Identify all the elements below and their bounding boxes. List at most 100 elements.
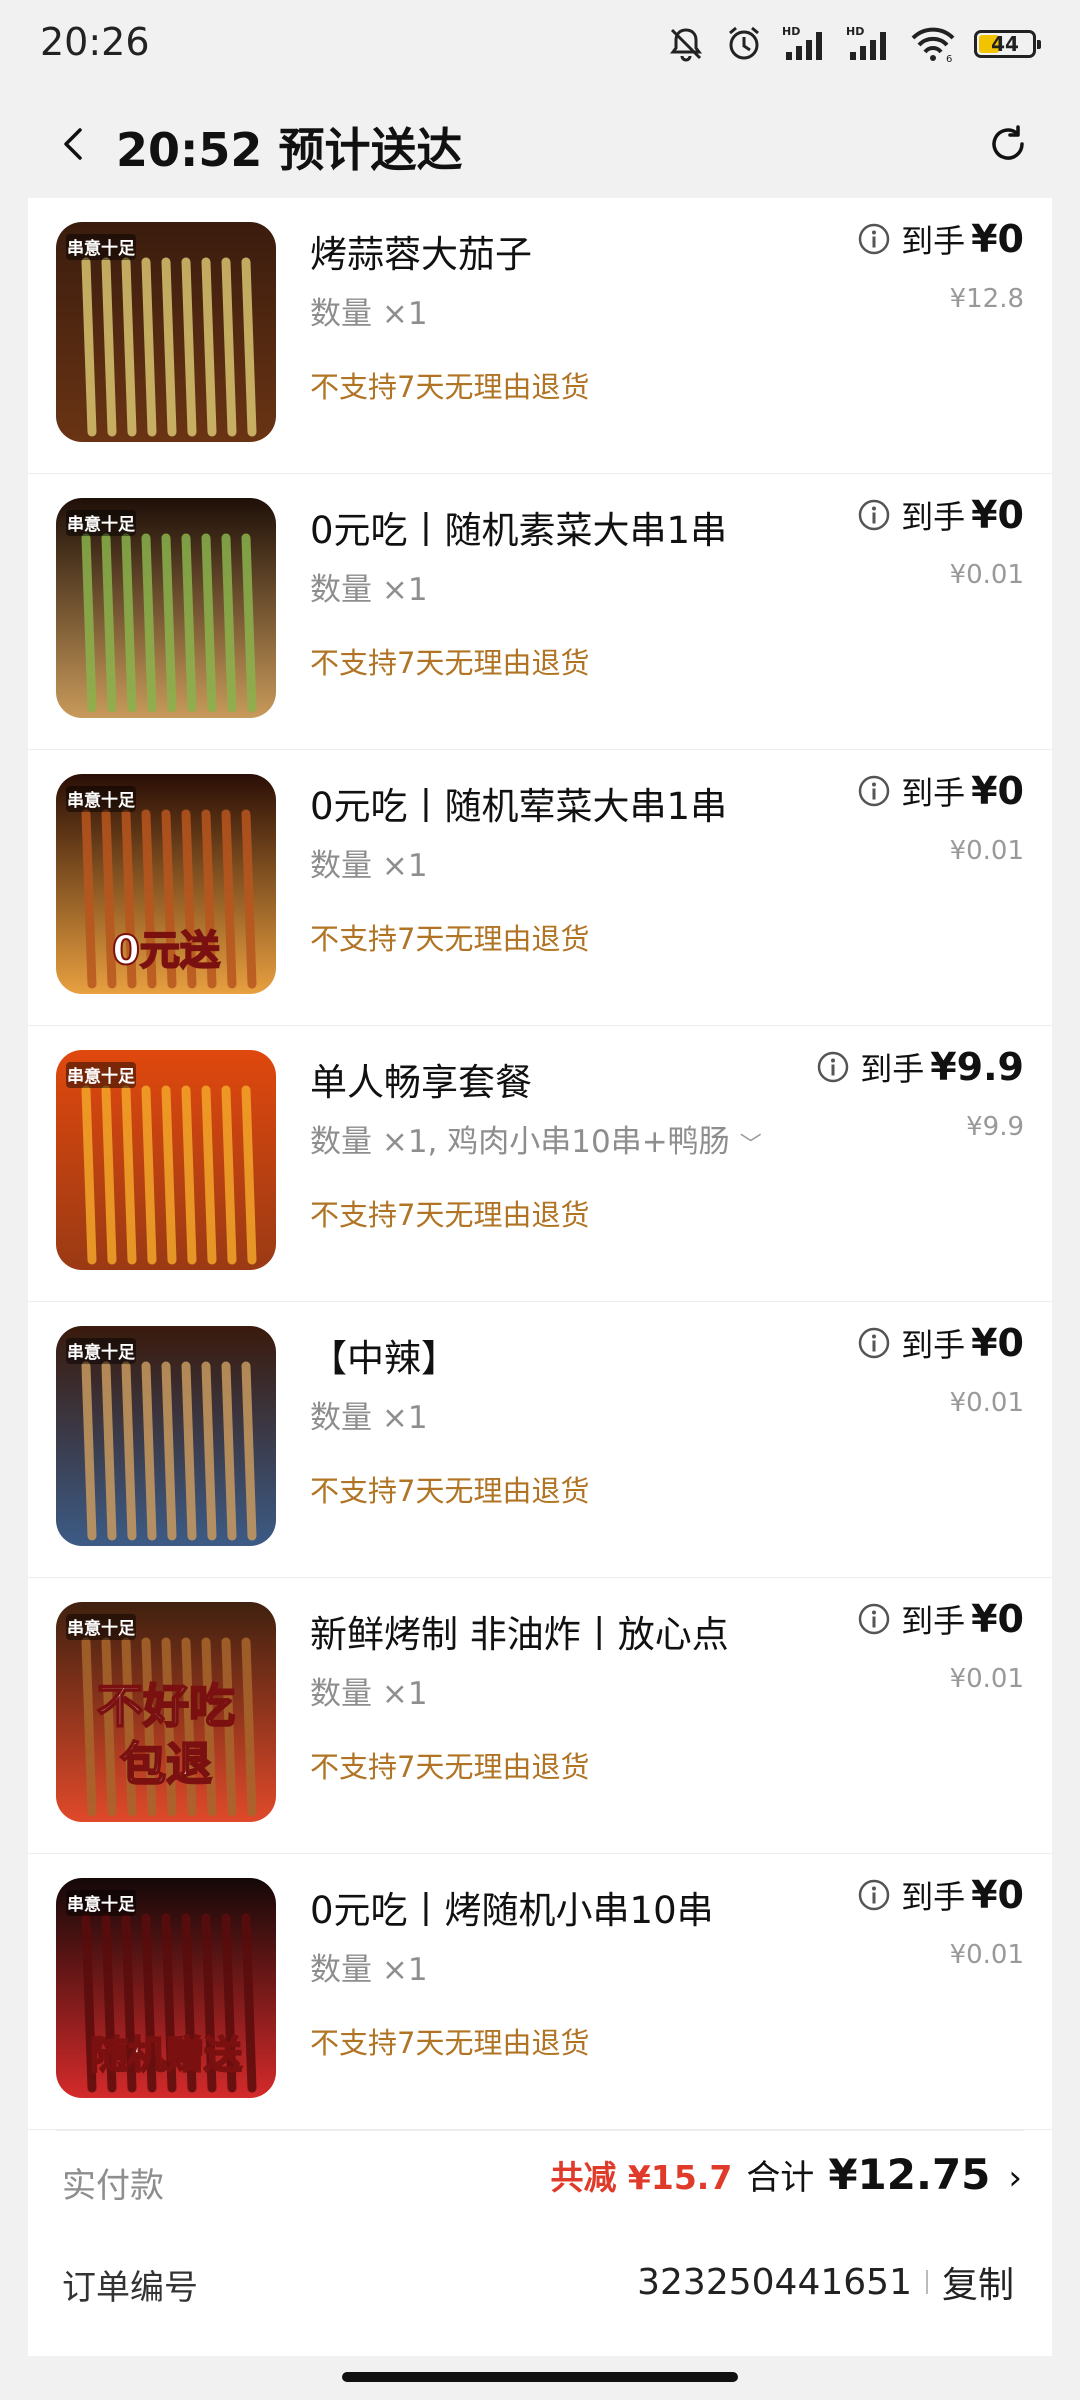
svg-text:串意十足: 串意十足 <box>67 1342 135 1363</box>
product-image[interactable]: 串意十足 <box>56 1050 276 1270</box>
svg-text:HD: HD <box>782 25 800 38</box>
item-name: 0元吃丨随机素菜大串1串 <box>310 509 728 552</box>
info-icon[interactable] <box>816 1050 850 1084</box>
info-icon[interactable] <box>857 774 891 808</box>
final-price-value: ¥9.9 <box>930 1045 1024 1089</box>
item-name: 烤蒜蓉大茄子 <box>310 233 532 276</box>
final-price-value: ¥0 <box>971 1873 1024 1917</box>
item-quantity-text: 数量 ×1 <box>310 572 428 608</box>
battery-level: 44 <box>991 32 1019 56</box>
svg-text:不好吃: 不好吃 <box>97 1679 235 1733</box>
final-price-label: 到手 <box>901 498 966 536</box>
chevron-right-icon: › <box>1008 2158 1022 2198</box>
summary-divider <box>56 2130 1024 2131</box>
item-original-price: ¥0.01 <box>949 1664 1024 1694</box>
return-policy: 不支持7天无理由退货 <box>310 922 590 956</box>
item-original-price: ¥0.01 <box>949 1940 1024 1970</box>
order-item[interactable]: 串意十足 不好吃 包退 新鲜烤制 非油炸丨放心点 数量 ×1 不支持7天无理由退货… <box>28 1578 1052 1854</box>
final-price-label: 到手 <box>901 1326 966 1364</box>
svg-text:串意十足: 串意十足 <box>67 1066 135 1087</box>
info-icon[interactable] <box>857 222 891 256</box>
item-final-price: 到手 ¥0 <box>857 1596 1024 1642</box>
pay-label: 实付款 <box>62 2166 164 2206</box>
info-icon[interactable] <box>857 1878 891 1912</box>
product-image[interactable]: 串意十足 不好吃 包退 <box>56 1602 276 1822</box>
alarm-icon <box>724 24 764 64</box>
item-name: 0元吃丨烤随机小串10串 <box>310 1889 714 1932</box>
order-item[interactable]: 串意十足 随机赠送 0元吃丨烤随机小串10串 数量 ×1 不支持7天无理由退货 … <box>28 1854 1052 2130</box>
product-image[interactable]: 串意十足 <box>56 1326 276 1546</box>
product-image[interactable]: 串意十足 <box>56 222 276 442</box>
page-header: 20:52 预计送达 <box>0 90 1080 198</box>
return-policy: 不支持7天无理由退货 <box>310 1474 590 1508</box>
refresh-button[interactable] <box>976 112 1040 176</box>
order-item[interactable]: 串意十足 单人畅享套餐 数量 ×1, 鸡肉小串10串+鸭肠 ﹀ 不支持7天无理由退… <box>28 1026 1052 1302</box>
order-number-label: 订单编号 <box>62 2268 198 2308</box>
order-item[interactable]: 串意十足 烤蒜蓉大茄子 数量 ×1 不支持7天无理由退货 到手 ¥0 ¥12.8 <box>28 198 1052 474</box>
item-final-price: 到手 ¥0 <box>857 768 1024 814</box>
refresh-icon <box>992 125 1024 160</box>
svg-text:串意十足: 串意十足 <box>67 1894 135 1915</box>
item-quantity-text: 数量 ×1 <box>310 1400 428 1436</box>
copy-button[interactable]: 复制 <box>942 2256 1014 2308</box>
return-policy: 不支持7天无理由退货 <box>310 646 590 680</box>
item-final-price: 到手 ¥0 <box>857 492 1024 538</box>
order-item[interactable]: 串意十足 【中辣】 数量 ×1 不支持7天无理由退货 到手 ¥0 ¥0.01 <box>28 1302 1052 1578</box>
product-image[interactable]: 串意十足 <box>56 498 276 718</box>
wifi-icon: 6 <box>910 24 956 64</box>
svg-text:0元送: 0元送 <box>112 928 220 974</box>
info-icon[interactable] <box>857 1326 891 1360</box>
total-label: 合计 <box>746 2158 815 2198</box>
chevron-down-icon: ﹀ <box>739 1133 762 1158</box>
item-quantity-text: 数量 ×1 <box>310 1952 428 1988</box>
item-quantity[interactable]: 数量 ×1, 鸡肉小串10串+鸭肠 ﹀ <box>310 1116 762 1161</box>
final-price-value: ¥0 <box>971 217 1024 261</box>
item-name: 0元吃丨随机荤菜大串1串 <box>310 785 728 828</box>
svg-text:HD: HD <box>846 25 864 38</box>
return-policy: 不支持7天无理由退货 <box>310 2026 590 2060</box>
chevron-left-icon <box>64 128 82 160</box>
return-policy: 不支持7天无理由退货 <box>310 1198 590 1232</box>
svg-text:6: 6 <box>946 54 952 64</box>
product-image[interactable]: 串意十足 0元送 <box>56 774 276 994</box>
back-button[interactable] <box>42 112 106 176</box>
item-quantity-text: 数量 ×1, 鸡肉小串10串+鸭肠 <box>310 1124 730 1160</box>
item-quantity: 数量 ×1 <box>310 1668 428 1713</box>
item-final-price: 到手 ¥0 <box>857 1872 1024 1918</box>
order-item[interactable]: 串意十足 0元送 0元吃丨随机荤菜大串1串 数量 ×1 不支持7天无理由退货 到… <box>28 750 1052 1026</box>
item-quantity: 数量 ×1 <box>310 1944 428 1989</box>
status-bar: 20:26 HD HD 6 44 <box>0 0 1080 90</box>
return-policy: 不支持7天无理由退货 <box>310 370 590 404</box>
final-price-label: 到手 <box>901 1602 966 1640</box>
final-price-value: ¥0 <box>971 1321 1024 1365</box>
order-number: 323250441651 <box>637 2261 912 2303</box>
svg-text:串意十足: 串意十足 <box>67 1618 135 1639</box>
return-policy: 不支持7天无理由退货 <box>310 1750 590 1784</box>
item-original-price: ¥0.01 <box>949 560 1024 590</box>
home-indicator[interactable] <box>342 2372 738 2382</box>
item-quantity-text: 数量 ×1 <box>310 1676 428 1712</box>
svg-text:串意十足: 串意十足 <box>67 238 135 259</box>
final-price-value: ¥0 <box>971 493 1024 537</box>
divider <box>925 2270 928 2294</box>
status-time: 20:26 <box>40 20 150 64</box>
svg-text:串意十足: 串意十足 <box>67 790 135 811</box>
item-quantity: 数量 ×1 <box>310 564 428 609</box>
product-image[interactable]: 串意十足 随机赠送 <box>56 1878 276 2098</box>
info-icon[interactable] <box>857 1602 891 1636</box>
order-number-row: 323250441651 复制 <box>637 2256 1014 2308</box>
item-original-price: ¥9.9 <box>966 1112 1024 1142</box>
info-icon[interactable] <box>857 498 891 532</box>
pay-summary[interactable]: 共减 ¥15.7 合计 ¥12.75 › <box>550 2150 1022 2199</box>
total-amount: ¥12.75 <box>828 2150 991 2199</box>
mute-icon <box>666 24 706 64</box>
item-quantity: 数量 ×1 <box>310 840 428 885</box>
order-item[interactable]: 串意十足 0元吃丨随机素菜大串1串 数量 ×1 不支持7天无理由退货 到手 ¥0… <box>28 474 1052 750</box>
item-final-price: 到手 ¥0 <box>857 1320 1024 1366</box>
item-name: 单人畅享套餐 <box>310 1061 532 1104</box>
page-title: 20:52 预计送达 <box>116 123 463 177</box>
item-final-price: 到手 ¥0 <box>857 216 1024 262</box>
final-price-value: ¥0 <box>971 1597 1024 1641</box>
svg-text:串意十足: 串意十足 <box>67 514 135 535</box>
svg-text:随机赠送: 随机赠送 <box>90 2033 242 2077</box>
